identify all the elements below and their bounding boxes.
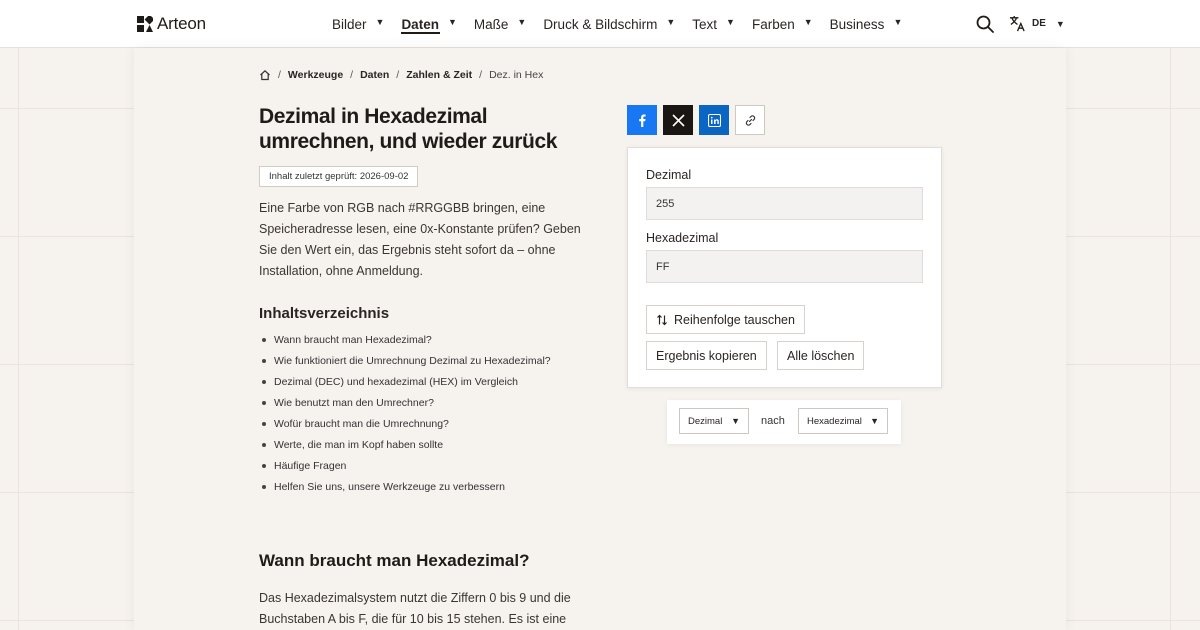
from-unit-select[interactable]: Dezimal ▼ [679,408,749,434]
chevron-down-icon: ▼ [1055,18,1065,29]
nav-item-daten[interactable]: Daten ▼ [401,0,457,48]
table-of-contents: Wann braucht man Hexadezimal? Wie funkti… [259,332,619,500]
decimal-label: Dezimal [646,168,692,182]
hex-label: Hexadezimal [646,231,719,245]
nav-item-druck-bildschirm[interactable]: Druck & Bildschirm ▼ [543,0,675,48]
nav-item-label: Maße [473,16,509,32]
translate-icon [1009,15,1025,32]
page-title: Dezimal in Hexadezimal umrechnen, und wi… [259,105,558,153]
chevron-down-icon: ▼ [870,416,879,426]
logo[interactable]: Arteon [137,14,206,34]
facebook-icon [638,114,646,127]
linkedin-icon [707,113,721,127]
nav-item-label: Text [692,16,718,32]
breadcrumb-separator: / [479,69,483,81]
nav-item-masse[interactable]: Maße ▼ [474,0,526,48]
breadcrumb-current: Dez. in Hex [489,69,544,81]
share-buttons [627,105,765,135]
copy-result-label: Ergebnis kopieren [656,348,757,363]
x-icon [671,113,685,127]
language-code: DE [1032,18,1046,29]
hex-input[interactable] [646,250,923,283]
logo-text: Arteon [157,14,206,33]
chevron-down-icon: ▼ [893,17,903,27]
nav-item-bilder[interactable]: Bilder ▼ [332,0,384,48]
main-content: / Werkzeuge / Daten / Zahlen & Zeit / De… [134,48,1066,630]
home-icon[interactable] [259,69,271,81]
breadcrumb: / Werkzeuge / Daten / Zahlen & Zeit / De… [259,69,543,81]
language-switcher[interactable]: DE ▼ [1009,15,1065,32]
toc-item[interactable]: Werte, die man im Kopf haben sollte [259,437,619,458]
from-unit-value: Dezimal [688,415,723,427]
nav-item-label: Bilder [332,16,367,32]
chevron-down-icon: ▼ [731,416,740,426]
to-unit-value: Hexadezimal [807,415,862,427]
nav-item-label: Druck & Bildschirm [543,16,658,32]
breadcrumb-separator: / [278,69,281,81]
chevron-down-icon: ▼ [726,17,735,27]
link-icon [745,114,755,126]
toc-item[interactable]: Häufige Fragen [259,458,619,479]
decimal-input[interactable] [646,187,923,220]
copy-result-button[interactable]: Ergebnis kopieren [646,341,767,370]
nav-item-label: Business [829,16,885,32]
swap-order-label: Reihenfolge tauschen [674,312,795,327]
nav-item-label: Daten [401,16,439,32]
toc-item[interactable]: Wann braucht man Hexadezimal? [259,332,619,353]
chevron-down-icon: ▼ [666,17,676,27]
toc-title: Inhaltsverzeichnis [259,305,390,322]
chevron-down-icon: ▼ [375,17,385,27]
share-linkedin-button[interactable] [699,105,729,135]
logo-icon [137,16,153,32]
nav-item-text[interactable]: Text ▼ [692,0,735,48]
main-nav: Bilder ▼ Daten ▼ Maße ▼ Druck & Bildschirm ▼… [332,0,919,48]
conversion-direction: Dezimal ▼ nach Hexadezimal ▼ [667,400,901,444]
chevron-down-icon: ▼ [517,17,527,27]
section-title: Wann braucht man Hexadezimal? [259,551,530,570]
chevron-down-icon: ▼ [447,17,457,27]
share-facebook-button[interactable] [627,105,657,135]
nav-item-business[interactable]: Business ▼ [830,0,903,48]
share-x-button[interactable] [663,105,693,135]
toc-item[interactable]: Wie benutzt man den Umrechner? [259,395,619,416]
swap-order-button[interactable]: Reihenfolge tauschen [646,305,805,334]
breadcrumb-daten[interactable]: Daten [360,69,389,81]
toc-item[interactable]: Wie funktioniert die Umrechnung Dezimal … [259,353,619,374]
breadcrumb-werkzeuge[interactable]: Werkzeuge [288,69,343,81]
intro-paragraph: Eine Farbe von RGB nach #RRGGBB bringen,… [259,201,581,278]
nav-item-farben[interactable]: Farben ▼ [752,0,813,48]
breadcrumb-zahlen-zeit[interactable]: Zahlen & Zeit [406,69,472,81]
to-unit-select[interactable]: Hexadezimal ▼ [798,408,888,434]
toc-item[interactable]: Dezimal (DEC) und hexadezimal (HEX) im V… [259,374,619,395]
direction-to-label: nach [761,415,785,427]
nav-item-label: Farben [751,16,795,32]
breadcrumb-separator: / [396,69,400,81]
toc-item[interactable]: Wofür braucht man die Umrechnung? [259,416,619,437]
breadcrumb-separator: / [350,69,354,81]
clear-all-button[interactable]: Alle löschen [777,341,865,370]
toc-item[interactable]: Helfen Sie uns, unsere Werkzeuge zu verb… [259,479,619,500]
clear-all-label: Alle löschen [787,348,855,363]
search-icon [976,15,994,33]
last-checked-badge: Inhalt zuletzt geprüft: 2026-09-02 [259,166,419,187]
copy-link-button[interactable] [735,105,765,135]
converter-panel: Dezimal Hexadezimal Reihenfolge tauschen… [627,147,942,388]
search-button[interactable] [975,14,995,34]
swap-icon [657,314,667,325]
chevron-down-icon: ▼ [803,17,813,27]
section-paragraph: Das Hexadezimalsystem nutzt die Ziffern … [259,591,571,626]
top-navigation-bar: Arteon Bilder ▼ Daten ▼ Maße ▼ Druck & Bild… [0,0,1200,48]
